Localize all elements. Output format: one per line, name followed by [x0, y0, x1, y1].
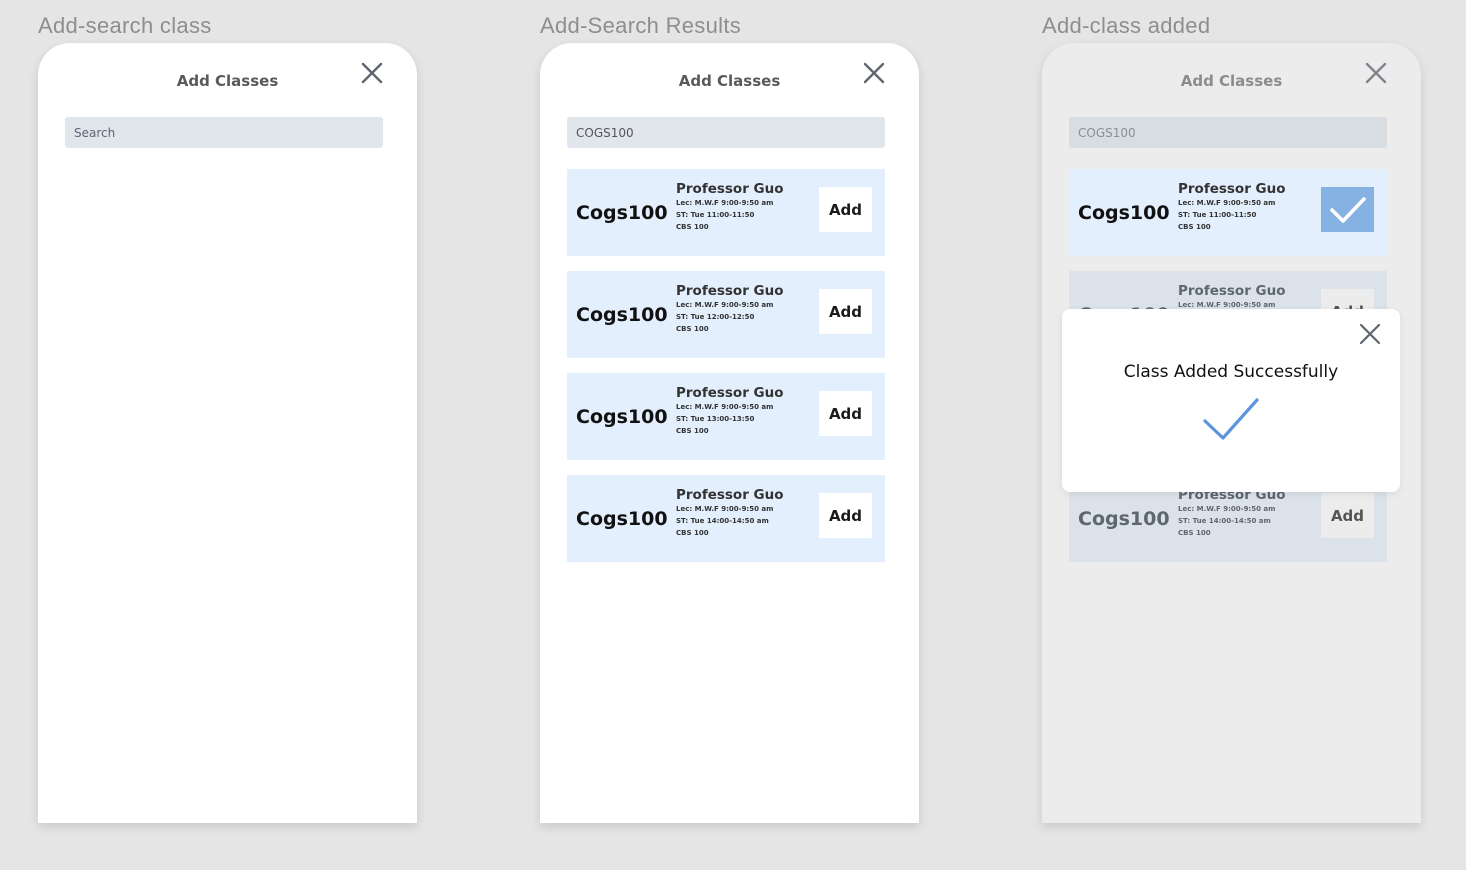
professor-name: Professor Guo — [676, 283, 784, 299]
section-time: ST: Tue 14:00-14:50 am — [676, 517, 769, 525]
close-icon — [1365, 62, 1387, 84]
class-code: Cogs100 — [1078, 508, 1170, 530]
frame-title-results: Add-Search Results — [540, 13, 742, 38]
search-input[interactable] — [1069, 117, 1387, 148]
class-result-card: Cogs100 Professor Guo Lec: M.W.F 9:00-9:… — [567, 475, 885, 562]
class-code: Cogs100 — [576, 202, 668, 224]
class-code: Cogs100 — [576, 304, 668, 326]
add-class-button[interactable]: Add — [819, 493, 872, 538]
success-message: Class Added Successfully — [1123, 362, 1339, 382]
professor-name: Professor Guo — [676, 385, 784, 401]
class-result-card: Cogs100 Professor Guo Lec: M.W.F 9:00-9:… — [567, 271, 885, 358]
frame-title-added: Add-class added — [1042, 13, 1211, 38]
close-icon — [863, 62, 885, 84]
professor-name: Professor Guo — [676, 487, 784, 503]
professor-name: Professor Guo — [1178, 181, 1286, 197]
checkmark-icon — [1203, 398, 1259, 440]
lecture-time: Lec: M.W.F 9:00-9:50 am — [676, 403, 774, 411]
section-time: ST: Tue 13:00-13:50 — [676, 415, 755, 423]
lecture-time: Lec: M.W.F 9:00-9:50 am — [676, 199, 774, 207]
lecture-time: Lec: M.W.F 9:00-9:50 am — [676, 505, 774, 513]
class-code: Cogs100 — [576, 508, 668, 530]
close-button[interactable] — [1364, 61, 1388, 85]
frame-title-search: Add-search class — [38, 13, 212, 38]
added-check-button[interactable] — [1321, 187, 1374, 232]
section-time: ST: Tue 11:00-11:50 — [1178, 211, 1257, 219]
section-time: ST: Tue 14:00-14:50 am — [1178, 517, 1271, 525]
close-button[interactable] — [360, 61, 384, 85]
add-class-button[interactable]: Add — [819, 187, 872, 232]
add-class-button[interactable]: Add — [819, 391, 872, 436]
professor-name: Professor Guo — [1178, 283, 1286, 299]
room: CBS 100 — [676, 529, 709, 537]
add-class-button[interactable]: Add — [1321, 493, 1374, 538]
search-input[interactable] — [567, 117, 885, 148]
modal-close-button[interactable] — [1359, 323, 1381, 345]
close-button[interactable] — [862, 61, 886, 85]
lecture-time: Lec: M.W.F 9:00-9:50 am — [1178, 505, 1276, 513]
lecture-time: Lec: M.W.F 9:00-9:50 am — [1178, 301, 1276, 309]
lecture-time: Lec: M.W.F 9:00-9:50 am — [676, 301, 774, 309]
success-modal: Class Added Successfully — [1062, 309, 1400, 492]
professor-name: Professor Guo — [676, 181, 784, 197]
close-icon — [1359, 323, 1381, 345]
checkmark-icon — [1329, 196, 1366, 223]
class-code: Cogs100 — [576, 406, 668, 428]
room: CBS 100 — [676, 427, 709, 435]
room: CBS 100 — [1178, 223, 1211, 231]
add-class-button[interactable]: Add — [819, 289, 872, 334]
phone-results-screen: Add Classes Cogs100 Professor Guo Lec: M… — [540, 43, 919, 823]
search-input[interactable] — [65, 117, 383, 148]
phone-search-screen: Add Classes — [38, 43, 417, 823]
room: CBS 100 — [676, 223, 709, 231]
class-result-card: Cogs100 Professor Guo Lec: M.W.F 9:00-9:… — [567, 169, 885, 256]
lecture-time: Lec: M.W.F 9:00-9:50 am — [1178, 199, 1276, 207]
section-time: ST: Tue 12:00-12:50 — [676, 313, 755, 321]
class-result-card: Cogs100 Professor Guo Lec: M.W.F 9:00-9:… — [1069, 169, 1387, 256]
room: CBS 100 — [1178, 529, 1211, 537]
class-code: Cogs100 — [1078, 202, 1170, 224]
close-icon — [361, 62, 383, 84]
class-result-card: Cogs100 Professor Guo Lec: M.W.F 9:00-9:… — [567, 373, 885, 460]
room: CBS 100 — [676, 325, 709, 333]
section-time: ST: Tue 11:00-11:50 — [676, 211, 755, 219]
